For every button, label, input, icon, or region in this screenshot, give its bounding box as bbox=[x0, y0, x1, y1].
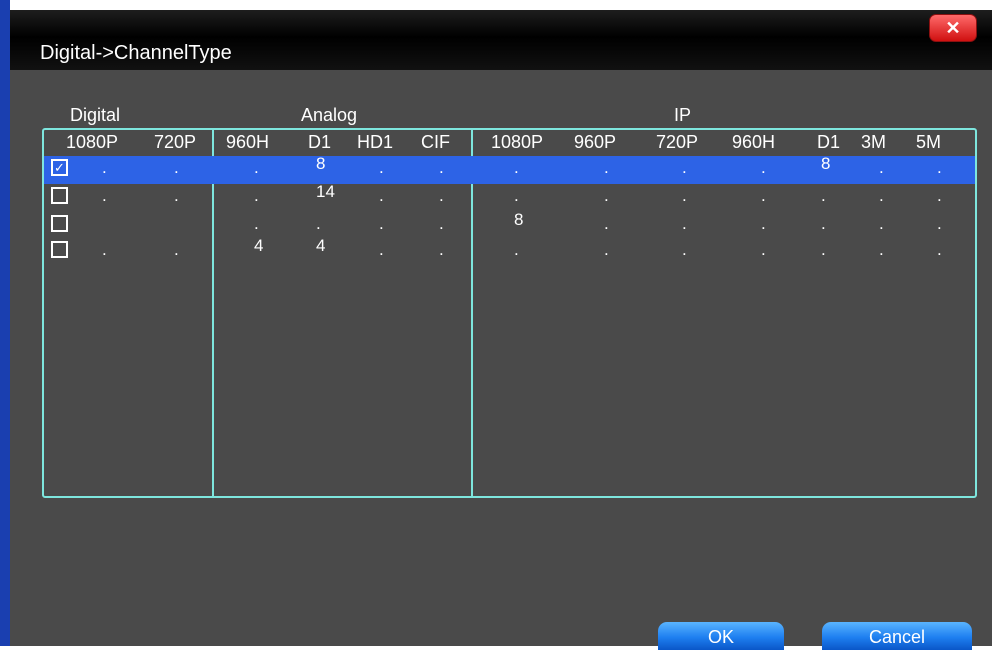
table-cell: . bbox=[761, 214, 766, 233]
table-cell: . bbox=[761, 240, 766, 259]
table-cell: . bbox=[174, 186, 179, 205]
table-cell: . bbox=[682, 214, 687, 233]
table-cell: . bbox=[254, 158, 259, 177]
table-cell: . bbox=[174, 158, 179, 177]
dialog-title: Digital->ChannelType bbox=[40, 42, 232, 64]
row-checkbox[interactable]: ✓ bbox=[51, 159, 68, 176]
table-cell: . bbox=[937, 214, 942, 233]
row-checkbox[interactable] bbox=[51, 187, 68, 204]
table-cell: . bbox=[604, 214, 609, 233]
row-checkbox[interactable] bbox=[51, 241, 68, 258]
column-header: 960H bbox=[226, 132, 270, 152]
table-cell: . bbox=[102, 158, 107, 177]
title-bar: Digital->ChannelType ✕ bbox=[10, 10, 992, 70]
table-row[interactable]: .... 8...... bbox=[44, 210, 975, 240]
column-header: 5M bbox=[916, 132, 942, 152]
table-cell: . bbox=[604, 158, 609, 177]
table-cell: . bbox=[514, 240, 519, 259]
table-cell: . bbox=[682, 240, 687, 259]
close-icon[interactable]: ✕ bbox=[929, 14, 977, 42]
table-cell: . bbox=[604, 186, 609, 205]
column-header: 960H bbox=[732, 132, 776, 152]
table-cell: 4 bbox=[316, 236, 326, 255]
table-cell: . bbox=[879, 186, 884, 205]
table-cell: . bbox=[682, 158, 687, 177]
table-cell: . bbox=[821, 186, 826, 205]
column-header: 3M bbox=[861, 132, 887, 152]
channel-type-dialog: Digital->ChannelType ✕ Digital Analog IP… bbox=[10, 10, 992, 650]
table-cell: 14 bbox=[316, 182, 335, 201]
table-cell: . bbox=[102, 186, 107, 205]
group-header-digital: Digital bbox=[70, 105, 121, 125]
group-header-analog: Analog bbox=[301, 105, 358, 125]
group-header-ip: IP bbox=[674, 105, 692, 125]
table-cell: . bbox=[604, 240, 609, 259]
table-cell: . bbox=[761, 158, 766, 177]
table-cell: . bbox=[379, 158, 384, 177]
column-header: CIF bbox=[421, 132, 450, 152]
column-header: 1080P bbox=[491, 132, 544, 152]
table-cell: 8 bbox=[316, 154, 326, 173]
screen-top-edge bbox=[0, 0, 992, 10]
table-cell: . bbox=[316, 214, 321, 233]
table-cell: . bbox=[254, 186, 259, 205]
table-cell: . bbox=[379, 240, 384, 259]
row-checkbox[interactable] bbox=[51, 215, 68, 232]
table-cell: 8 bbox=[821, 154, 831, 173]
table-cell: . bbox=[682, 186, 687, 205]
table-cell: . bbox=[439, 240, 444, 259]
table-cell: . bbox=[821, 240, 826, 259]
table-cell: . bbox=[379, 214, 384, 233]
table-cell: . bbox=[102, 240, 107, 259]
table-cell: 4 bbox=[254, 236, 264, 255]
table-cell: . bbox=[937, 158, 942, 177]
table-cell: . bbox=[254, 214, 259, 233]
table-cell: . bbox=[514, 158, 519, 177]
table-cell: 8 bbox=[514, 210, 524, 229]
column-header: D1 bbox=[308, 132, 332, 152]
table-cell: . bbox=[439, 186, 444, 205]
table-cell: . bbox=[937, 186, 942, 205]
column-header: 960P bbox=[574, 132, 617, 152]
column-header: HD1 bbox=[357, 132, 394, 152]
table-cell: . bbox=[761, 186, 766, 205]
table-row[interactable]: .. 4 4......... bbox=[44, 236, 975, 266]
table-cell: . bbox=[821, 214, 826, 233]
table-cell: . bbox=[514, 186, 519, 205]
table-cell: . bbox=[439, 214, 444, 233]
table-cell: . bbox=[879, 158, 884, 177]
screen-left-edge bbox=[0, 0, 10, 646]
column-header: D1 bbox=[817, 132, 841, 152]
channel-type-table: 1080P 720P 960H D1 HD1 CIF 1080P 960P 72… bbox=[42, 128, 977, 498]
table-cell: . bbox=[379, 186, 384, 205]
column-header: 720P bbox=[154, 132, 197, 152]
table-row[interactable]: ✓... 8...... 8.. bbox=[44, 154, 975, 184]
table-cell: . bbox=[879, 214, 884, 233]
table-cell: . bbox=[879, 240, 884, 259]
column-header: 1080P bbox=[66, 132, 119, 152]
table-cell: . bbox=[174, 240, 179, 259]
column-header: 720P bbox=[656, 132, 699, 152]
table-row[interactable]: ... 14......... bbox=[44, 182, 975, 212]
table-header-row: 1080P 720P 960H D1 HD1 CIF 1080P 960P 72… bbox=[44, 130, 975, 154]
table-cell: . bbox=[937, 240, 942, 259]
table-cell: . bbox=[439, 158, 444, 177]
